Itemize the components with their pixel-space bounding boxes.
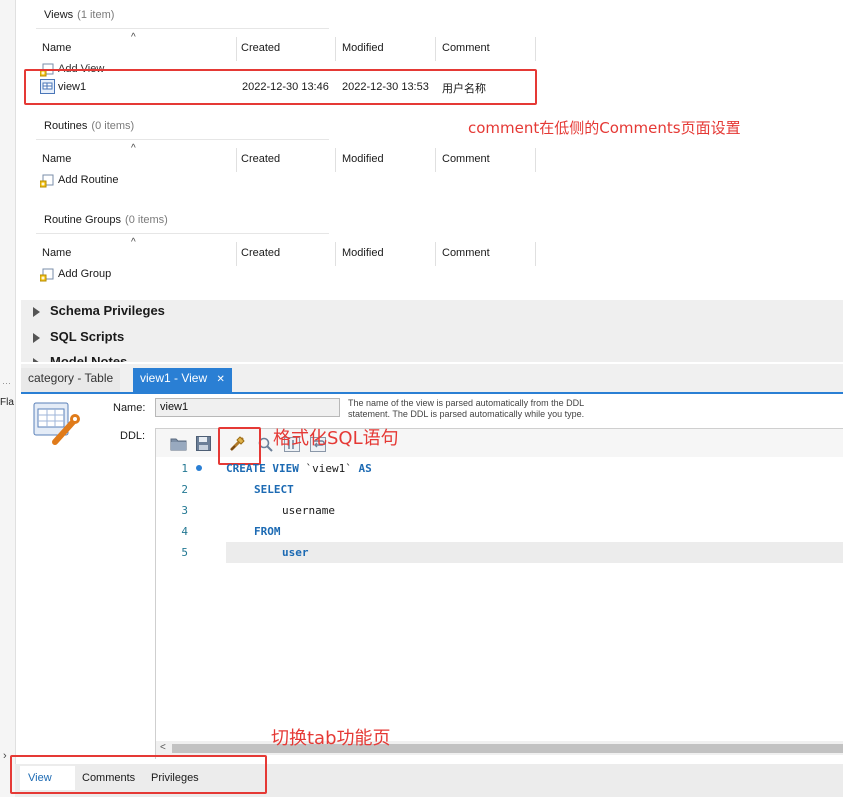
sql-keyword: FROM (254, 525, 281, 538)
schema-privileges-label: Schema Privileges (50, 303, 165, 318)
code-line-1[interactable]: CREATE VIEW `view1` AS (226, 458, 372, 479)
cursor-marker-icon (196, 465, 202, 471)
expand-arrow-icon (33, 332, 40, 343)
views-section-header: Views (1 item) (44, 9, 114, 21)
gutter-arrow-icon[interactable]: › (3, 750, 7, 762)
tab-view1-view[interactable]: view1 - View ✕ (133, 368, 232, 392)
code-line-3[interactable]: username (282, 500, 335, 521)
views-col-name[interactable]: Name (42, 42, 71, 54)
groups-col-modified[interactable]: Modified (342, 247, 384, 259)
schema-privileges-toggle[interactable]: Schema Privileges (33, 303, 165, 318)
routines-col-comment[interactable]: Comment (442, 153, 490, 165)
line-number: 2 (181, 483, 188, 496)
col-separator (535, 148, 536, 172)
groups-col-name[interactable]: Name (42, 247, 71, 259)
add-routine-icon (39, 174, 54, 191)
views-divider (36, 28, 329, 29)
views-title: Views (44, 9, 74, 21)
views-count: (1 item) (77, 9, 115, 21)
code-line-4[interactable]: FROM (254, 521, 281, 542)
col-separator (535, 242, 536, 266)
routines-col-name[interactable]: Name (42, 153, 71, 165)
model-notes-toggle[interactable]: Model Notes (33, 354, 127, 362)
tab-category-table-label: category - Table (28, 371, 114, 385)
sql-keyword: AS (358, 462, 372, 475)
view-name-input[interactable] (155, 398, 340, 417)
sort-caret-icon[interactable]: ^ (131, 143, 136, 154)
tab-view1-view-label: view1 - View (140, 371, 208, 385)
sql-keyword: SELECT (254, 483, 294, 496)
highlight-view-row (24, 69, 537, 105)
highlight-bottom-tabs (10, 755, 267, 794)
name-hint: The name of the view is parsed automatic… (348, 398, 584, 420)
groups-col-comment[interactable]: Comment (442, 247, 490, 259)
col-separator (335, 37, 336, 61)
col-separator (236, 242, 237, 266)
comment-annotation: comment在低侧的Comments页面设置 (468, 119, 741, 137)
current-line-highlight (226, 542, 843, 563)
col-separator (335, 148, 336, 172)
routine-groups-section-header: Routine Groups (0 items) (44, 214, 168, 226)
name-hint-line1: The name of the view is parsed automatic… (348, 398, 585, 408)
col-separator (236, 37, 237, 61)
col-separator (236, 148, 237, 172)
code-line-5[interactable]: user (282, 542, 309, 563)
routines-title: Routines (44, 120, 88, 132)
add-group-item[interactable]: Add Group (58, 268, 111, 280)
scroll-left-icon[interactable]: < (160, 742, 166, 753)
sql-scripts-label: SQL Scripts (50, 329, 125, 344)
routine-groups-divider (36, 233, 329, 234)
save-icon[interactable] (196, 436, 211, 454)
name-hint-line2: statement. The DDL is parsed automatical… (348, 409, 585, 419)
col-separator (435, 242, 436, 266)
sort-caret-icon[interactable]: ^ (131, 32, 136, 43)
routines-divider (36, 139, 329, 140)
col-separator (435, 148, 436, 172)
routines-section-header: Routines (0 items) (44, 120, 134, 132)
col-separator (435, 37, 436, 61)
line-number: 5 (181, 546, 188, 559)
line-number: 3 (181, 504, 188, 517)
col-separator (335, 242, 336, 266)
sql-scripts-toggle[interactable]: SQL Scripts (33, 329, 124, 344)
ddl-label: DDL: (120, 430, 146, 442)
schema-objects-panel (21, 0, 843, 300)
tab-category-table[interactable]: category - Table (21, 368, 121, 392)
open-folder-icon[interactable] (170, 436, 187, 454)
add-group-icon (39, 268, 54, 285)
sql-table: user (282, 546, 309, 559)
routines-count: (0 items) (91, 120, 135, 132)
tab-annotation: 切换tab功能页 (271, 728, 391, 749)
format-annotation: 格式化SQL语句 (273, 428, 399, 449)
sort-caret-icon[interactable]: ^ (131, 237, 136, 248)
expand-arrow-icon (33, 357, 40, 362)
close-tab-icon[interactable]: ✕ (216, 374, 224, 385)
line-number: 1 (181, 462, 188, 475)
views-col-modified[interactable]: Modified (342, 42, 384, 54)
line-number: 4 (181, 525, 188, 538)
col-separator (535, 37, 536, 61)
view-editor-icon (33, 402, 81, 451)
routines-col-modified[interactable]: Modified (342, 153, 384, 165)
groups-col-created[interactable]: Created (241, 247, 280, 259)
model-notes-label: Model Notes (50, 354, 128, 362)
add-routine-item[interactable]: Add Routine (58, 174, 119, 186)
views-col-comment[interactable]: Comment (442, 42, 490, 54)
routine-groups-title: Routine Groups (44, 214, 122, 226)
sql-identifier: `view1` (298, 462, 359, 475)
sql-column: username (282, 504, 335, 517)
code-line-2[interactable]: SELECT (254, 479, 294, 500)
routines-col-created[interactable]: Created (241, 153, 280, 165)
routine-groups-count: (0 items) (125, 214, 168, 226)
gutter-label: Fla (0, 397, 14, 408)
sql-keyword: CREATE VIEW (226, 462, 299, 475)
expand-arrow-icon (33, 306, 40, 317)
gutter-dots: ··· (2, 378, 11, 388)
views-col-created[interactable]: Created (241, 42, 280, 54)
name-label: Name: (113, 402, 146, 414)
